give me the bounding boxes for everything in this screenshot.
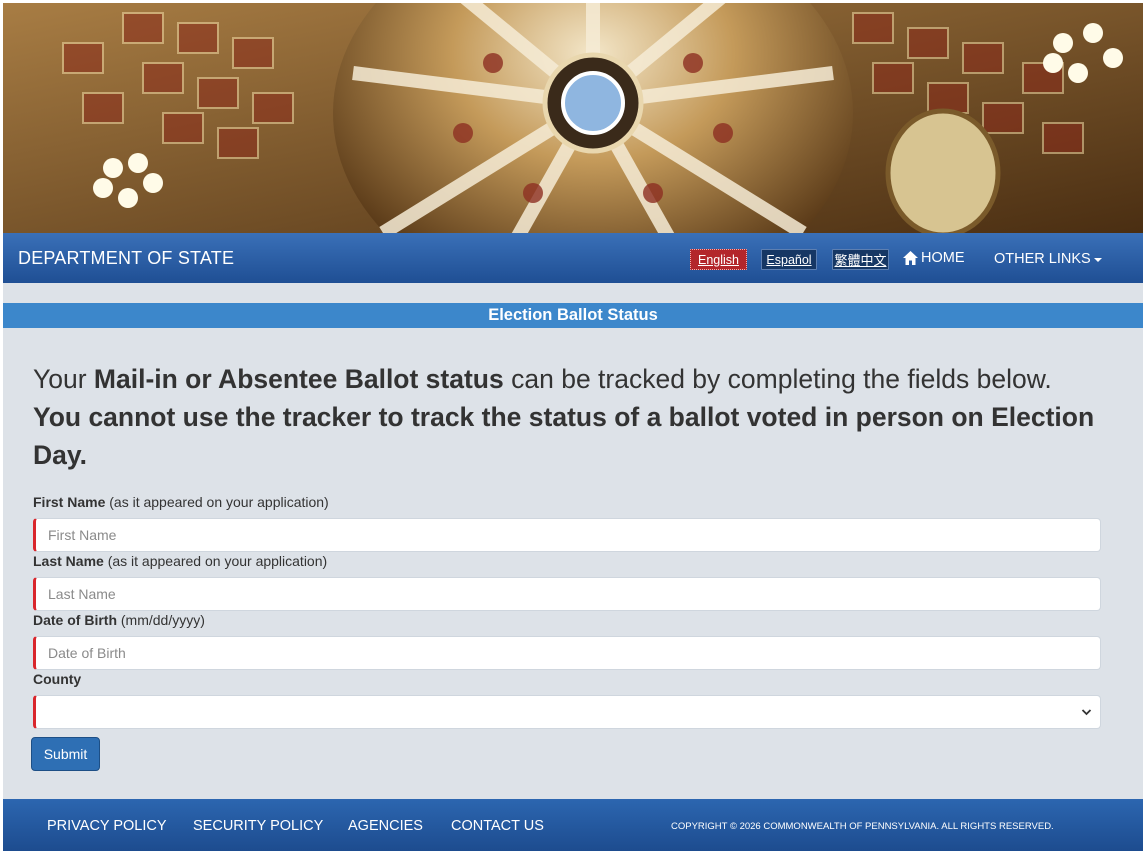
copyright-text: COPYRIGHT © 2026 COMMONWEALTH OF PENNSYL… xyxy=(671,821,1054,832)
intro-text: Your Mail-in or Absentee Ballot status c… xyxy=(33,360,1113,474)
home-icon xyxy=(903,251,918,265)
language-spanish-link[interactable]: Español xyxy=(761,249,817,270)
capitol-dome-banner xyxy=(3,3,1143,233)
county-label: County xyxy=(33,671,81,687)
page-title: Election Ballot Status xyxy=(3,303,1143,328)
other-links-label: OTHER LINKS xyxy=(994,251,1091,267)
home-link[interactable]: HOME xyxy=(903,250,965,266)
security-policy-link[interactable]: SECURITY POLICY xyxy=(193,818,323,834)
home-link-label: HOME xyxy=(921,250,965,266)
chevron-down-icon xyxy=(1081,709,1092,716)
first-name-label: First Name (as it appeared on your appli… xyxy=(33,494,329,510)
first-name-input[interactable] xyxy=(33,518,1101,552)
dob-hint: (mm/dd/yyyy) xyxy=(120,612,205,628)
language-chinese-link[interactable]: 繁體中文 xyxy=(832,249,889,270)
other-links-dropdown[interactable]: OTHER LINKS xyxy=(994,251,1102,267)
dob-input[interactable] xyxy=(33,636,1101,670)
last-name-hint: (as it appeared on your application) xyxy=(107,553,328,569)
county-label-text: County xyxy=(33,671,82,687)
page-footer: PRIVACY POLICY SECURITY POLICY AGENCIES … xyxy=(3,799,1143,851)
site-brand[interactable]: DEPARTMENT OF STATE xyxy=(18,248,234,269)
last-name-label-text: Last Name xyxy=(33,553,104,569)
last-name-input[interactable] xyxy=(33,577,1101,611)
submit-button[interactable]: Submit xyxy=(31,737,100,771)
page-frame: DEPARTMENT OF STATE English Español 繁體中文… xyxy=(3,3,1143,851)
caret-down-icon xyxy=(1093,258,1102,262)
first-name-hint: (as it appeared on your application) xyxy=(109,494,329,510)
top-navbar: DEPARTMENT OF STATE English Español 繁體中文… xyxy=(3,233,1143,283)
intro-prefix: Your xyxy=(33,364,94,394)
intro-bold: Mail-in or Absentee Ballot status xyxy=(93,364,504,394)
intro-suffix: can be tracked by completing the fields … xyxy=(503,364,1052,394)
last-name-label: Last Name (as it appeared on your applic… xyxy=(33,553,327,569)
language-english-link[interactable]: English xyxy=(690,249,747,270)
first-name-label-text: First Name xyxy=(33,494,106,510)
agencies-link[interactable]: AGENCIES xyxy=(348,818,423,834)
dob-label-text: Date of Birth xyxy=(33,612,117,628)
county-select[interactable] xyxy=(33,695,1101,729)
dob-label: Date of Birth (mm/dd/yyyy) xyxy=(33,612,205,628)
intro-warning: You cannot use the tracker to track the … xyxy=(33,402,1095,470)
contact-us-link[interactable]: CONTACT US xyxy=(451,818,544,834)
privacy-policy-link[interactable]: PRIVACY POLICY xyxy=(47,818,167,834)
